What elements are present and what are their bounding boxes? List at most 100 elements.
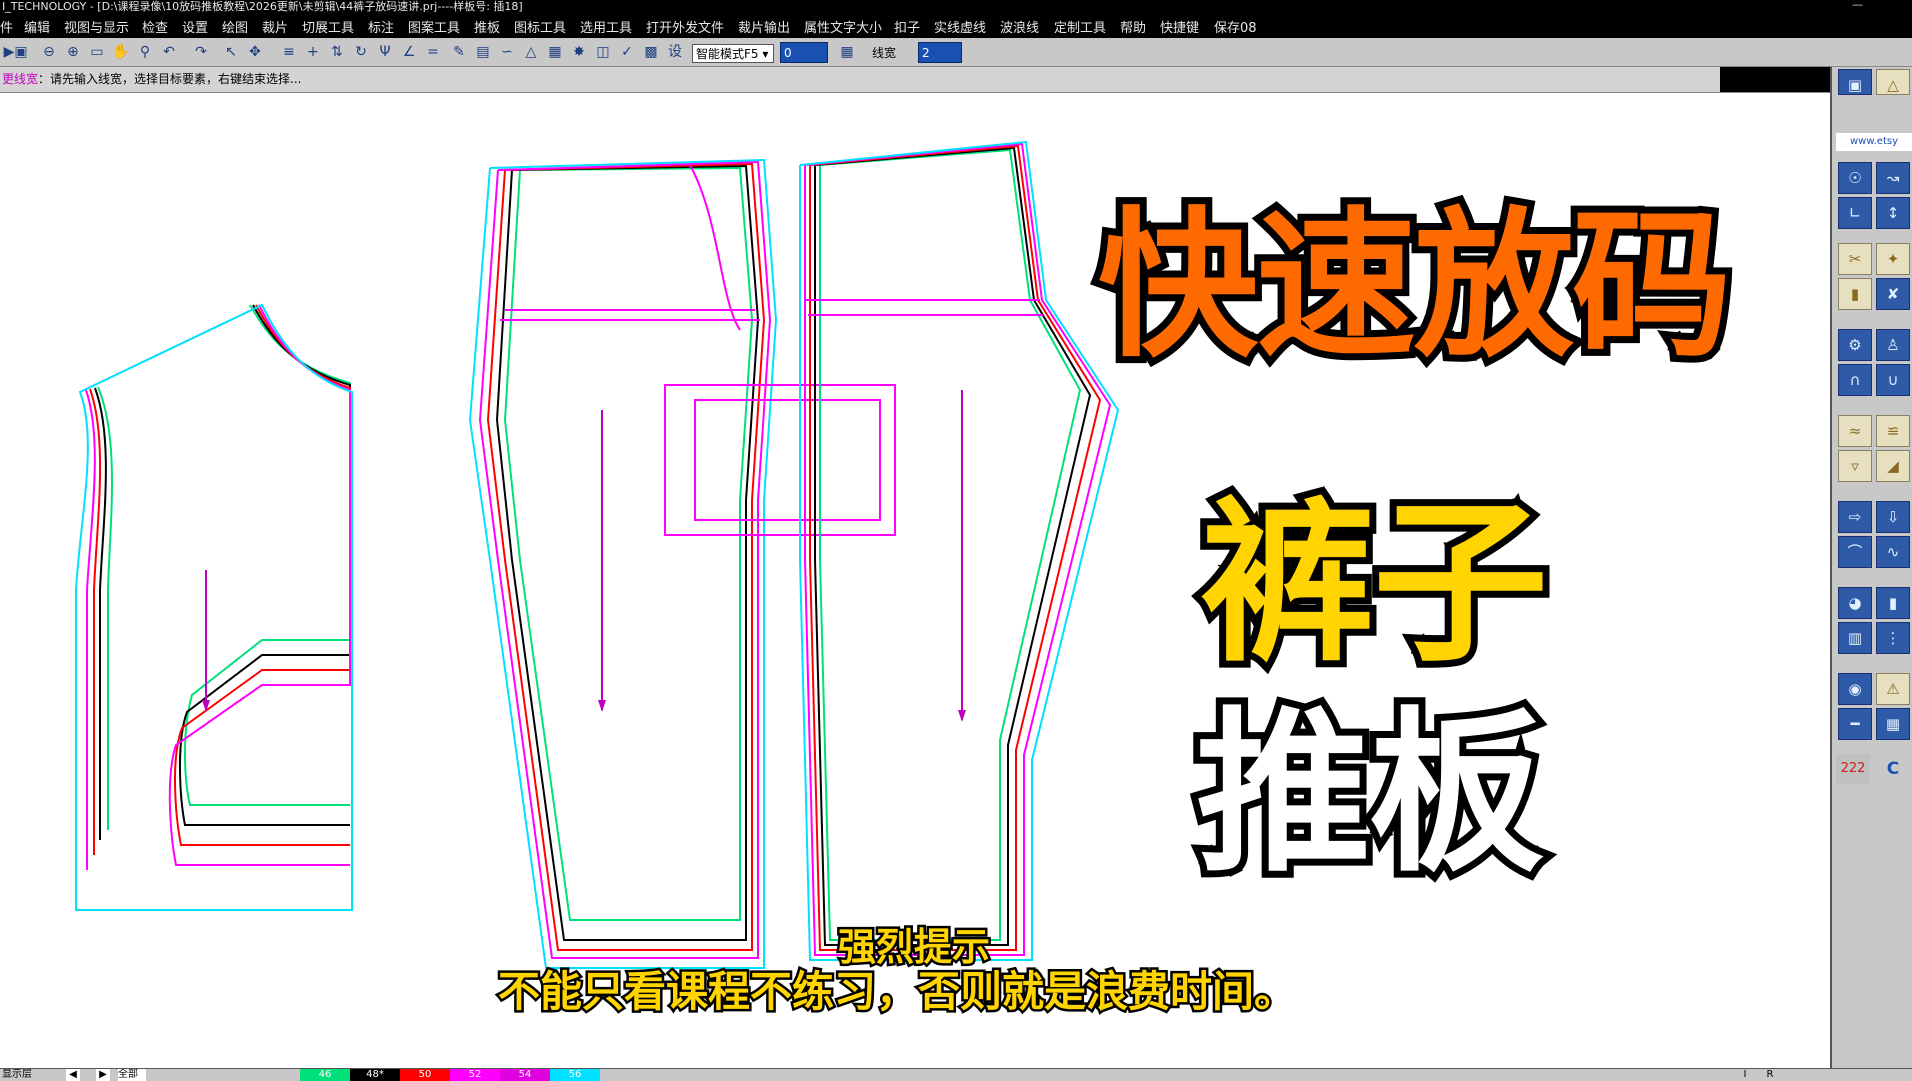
mode-select[interactable]: 智能模式F5 ▾ [692, 44, 774, 63]
color-palette-icon[interactable]: ▦ [546, 43, 564, 61]
collar-icon[interactable]: ◕ [1838, 587, 1872, 619]
menu-edit[interactable]: 编辑 [24, 17, 50, 36]
menu-shortcuts[interactable]: 快捷键 [1160, 17, 1199, 36]
zoom-window-icon[interactable]: ⚲ [136, 43, 154, 61]
scroll-left-arrow-icon[interactable]: ◀ [66, 1069, 80, 1081]
pleat-icon[interactable]: ≌ [1876, 415, 1910, 447]
export-icon[interactable]: ⇨ [1838, 501, 1872, 533]
frame-tool-icon[interactable]: ▩ [642, 43, 660, 61]
iron-icon[interactable]: ▮ [1838, 278, 1872, 310]
menu-icon-tools[interactable]: 图标工具 [514, 17, 566, 36]
cuff-icon[interactable]: ▮ [1876, 587, 1910, 619]
menu-pieces[interactable]: 裁片 [262, 17, 288, 36]
grade-rule-icon[interactable]: ◫ [594, 43, 612, 61]
table-grid-icon[interactable]: ▦ [1876, 708, 1910, 740]
button-stitch-icon[interactable]: ⋮ [1876, 622, 1910, 654]
menu-slash-spread[interactable]: 切展工具 [302, 17, 354, 36]
menu-view[interactable]: 视图与显示 [64, 17, 129, 36]
size-46-button[interactable]: 46 [300, 1069, 350, 1081]
point-select-icon[interactable]: ✥ [246, 43, 264, 61]
menu-open-external[interactable]: 打开外发文件 [646, 17, 724, 36]
line-tool-icon[interactable]: ↝ [1876, 162, 1910, 194]
pants-icon[interactable]: ∩ [1838, 364, 1872, 396]
measure-tape-icon[interactable]: ☉ [1838, 162, 1872, 194]
status-cell-r: R [1766, 1069, 1774, 1080]
node-tool-icon[interactable]: ✸ [570, 43, 588, 61]
measure-icon[interactable]: ⇅ [328, 43, 346, 61]
curve-draw-icon[interactable]: ∟ [1838, 197, 1872, 229]
back-pants-piece [799, 140, 1120, 961]
import-icon[interactable]: ⇩ [1876, 501, 1910, 533]
value-field[interactable]: 0 [780, 42, 828, 63]
pan-hand-icon[interactable]: ✋ [112, 43, 130, 61]
menu-buttons[interactable]: 扣子 [894, 17, 920, 36]
menu-custom-tools[interactable]: 定制工具 [1054, 17, 1106, 36]
warning-triangle-icon[interactable]: ⚠ [1876, 673, 1910, 705]
menu-file[interactable]: 件 [0, 17, 13, 36]
rotate-icon[interactable]: ↻ [352, 43, 370, 61]
size-52-button[interactable]: 52 [450, 1069, 500, 1081]
menu-line-style[interactable]: 实线虚线 [934, 17, 986, 36]
menu-piece-output[interactable]: 裁片输出 [738, 17, 790, 36]
redo-icon[interactable]: ↷ [192, 43, 210, 61]
size-48-button[interactable]: 48* [350, 1069, 400, 1081]
fold-icon[interactable]: ◢ [1876, 450, 1910, 482]
menu-text-size[interactable]: 属性文字大小 [804, 17, 882, 36]
menu-pattern-tools[interactable]: 图案工具 [408, 17, 460, 36]
status-cell-i: I [1743, 1069, 1747, 1080]
menu-settings[interactable]: 设置 [182, 17, 208, 36]
label-tool-icon[interactable]: ◉ [1838, 673, 1872, 705]
menu-check[interactable]: 检查 [142, 17, 168, 36]
hem-curve-icon[interactable]: ⌒ [1838, 536, 1872, 568]
sparkle-icon[interactable]: ✦ [1876, 243, 1910, 275]
dart-icon[interactable]: ▿ [1838, 450, 1872, 482]
dress-form-icon[interactable]: ♙ [1876, 329, 1910, 361]
linewidth-field[interactable]: 2 [918, 42, 962, 63]
panel-image-icon[interactable]: △ [1876, 69, 1910, 95]
menu-save08[interactable]: 保存08 [1214, 17, 1257, 36]
crosshair-icon[interactable]: + [304, 43, 322, 61]
menu-wave-line[interactable]: 波浪线 [1000, 17, 1039, 36]
size-54-button[interactable]: 54 [500, 1069, 550, 1081]
minimize-button[interactable]: — [1852, 0, 1863, 11]
undo-icon[interactable]: ↶ [160, 43, 178, 61]
sketch-line-icon[interactable]: ━ [1838, 708, 1872, 740]
wave-edge-icon[interactable]: ∿ [1876, 536, 1910, 568]
sewing-machine-icon[interactable]: ⚙ [1838, 329, 1872, 361]
scissors-icon[interactable]: ✂ [1838, 243, 1872, 275]
panel-letter[interactable]: C [1874, 754, 1912, 784]
menu-select-tools[interactable]: 选用工具 [580, 17, 632, 36]
zoom-in-icon[interactable]: ⊕ [64, 43, 82, 61]
menu-help[interactable]: 帮助 [1120, 17, 1146, 36]
mode-select-value: 智能模式F5 [696, 47, 759, 61]
zoom-out-icon[interactable]: ⊖ [40, 43, 58, 61]
menu-draw[interactable]: 绘图 [222, 17, 248, 36]
all-sizes-toggle[interactable]: 全部 [118, 1069, 146, 1081]
pocket-icon[interactable]: ▥ [1838, 622, 1872, 654]
curve-tool-icon[interactable]: ∽ [498, 43, 516, 61]
pen-icon[interactable]: ✎ [450, 43, 468, 61]
size-50-button[interactable]: 50 [400, 1069, 450, 1081]
dimension-icon[interactable]: ↕ [1876, 197, 1910, 229]
check-tool-icon[interactable]: ✓ [618, 43, 636, 61]
angle-line-icon[interactable]: ∠ [400, 43, 418, 61]
trident-icon[interactable]: Ψ [376, 43, 394, 61]
line-preview-icon[interactable]: ▦ [838, 43, 856, 61]
fit-screen-icon[interactable]: ▭ [88, 43, 106, 61]
save-icon[interactable]: ▣ [12, 43, 30, 61]
triangle-tool-icon[interactable]: △ [522, 43, 540, 61]
settings-glyph[interactable]: 设 [666, 43, 684, 61]
hanger-icon[interactable]: ≈ [1838, 415, 1872, 447]
ruler-icon[interactable]: ≡ [280, 43, 298, 61]
cut-pieces-icon[interactable]: ✘ [1876, 278, 1910, 310]
hatch-icon[interactable]: ▤ [474, 43, 492, 61]
select-arrow-icon[interactable]: ↖ [222, 43, 240, 61]
front-pants-size-50 [486, 162, 766, 951]
menu-grading[interactable]: 推板 [474, 17, 500, 36]
panel-view-icon[interactable]: ▣ [1838, 69, 1872, 95]
size-56-button[interactable]: 56 [550, 1069, 600, 1081]
double-line-icon[interactable]: = [424, 43, 442, 61]
sleeve-icon[interactable]: ∪ [1876, 364, 1910, 396]
scroll-right-arrow-icon[interactable]: ▶ [96, 1069, 110, 1081]
menu-annotate[interactable]: 标注 [368, 17, 394, 36]
